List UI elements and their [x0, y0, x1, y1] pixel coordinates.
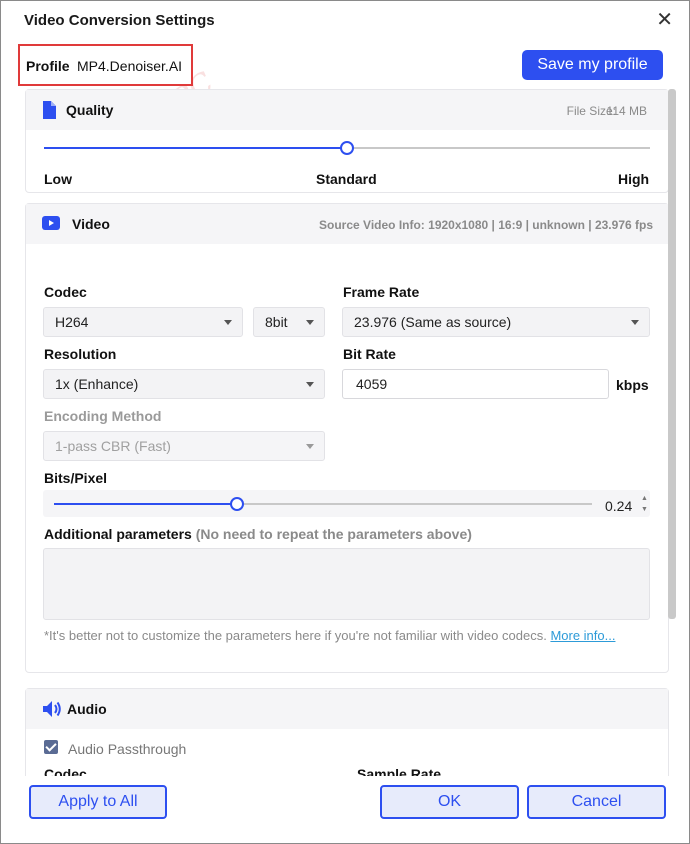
spin-up-icon[interactable]: ▲ — [641, 495, 648, 502]
document-icon — [43, 101, 56, 119]
dialog-footer: Apply to All OK Cancel — [1, 776, 689, 843]
caret-down-icon — [224, 320, 232, 325]
quality-high-label: High — [618, 171, 650, 187]
bit-depth-select[interactable]: 8bit — [253, 307, 325, 337]
audio-title: Audio — [67, 701, 107, 717]
titlebar: Video Conversion Settings ✕ — [1, 1, 689, 41]
caret-down-icon — [631, 320, 639, 325]
codec-select[interactable]: H264 — [43, 307, 243, 337]
bit-rate-input[interactable]: 4059 — [342, 369, 609, 399]
video-conversion-dialog: Video Conversion Settings ✕ Profile MP4.… — [0, 0, 690, 844]
audio-passthrough-label[interactable]: Audio Passthrough — [68, 741, 186, 757]
ok-button[interactable]: OK — [380, 785, 519, 819]
scrollbar[interactable] — [668, 89, 676, 619]
bits-pixel-slider-fill — [54, 503, 237, 505]
quality-slider-thumb[interactable] — [340, 141, 354, 155]
video-header: Video Source Video Info: 1920x1080 | 16:… — [26, 204, 668, 244]
additional-parameters-title: Additional parameters — [44, 526, 192, 542]
profile-box: Profile MP4.Denoiser.AI — [18, 44, 193, 86]
video-title: Video — [72, 216, 110, 232]
apply-to-all-button[interactable]: Apply to All — [29, 785, 167, 819]
window-title: Video Conversion Settings — [24, 12, 215, 29]
bit-rate-value: 4059 — [356, 376, 388, 392]
additional-parameters-hint: (No need to repeat the parameters above) — [195, 526, 472, 542]
encoding-method-label: Encoding Method — [44, 408, 162, 424]
source-video-info: Source Video Info: 1920x1080 | 16:9 | un… — [319, 218, 653, 232]
resolution-label: Resolution — [44, 346, 117, 362]
profile-label: Profile — [26, 58, 70, 74]
quality-section: Quality File Size: 114 MB Low Standard H… — [25, 89, 669, 193]
quality-title: Quality — [66, 102, 114, 118]
quality-standard-label: Standard — [316, 171, 377, 187]
quality-slider-fill — [44, 147, 347, 149]
speaker-icon — [43, 701, 61, 717]
bits-pixel-slider-thumb[interactable] — [230, 497, 244, 511]
audio-passthrough-checkbox[interactable] — [44, 740, 58, 754]
bits-pixel-value: 0.24 — [605, 498, 633, 514]
additional-parameters-textarea[interactable] — [43, 548, 650, 620]
additional-parameters-label: Additional parameters (No need to repeat… — [44, 526, 472, 542]
caret-down-icon — [306, 444, 314, 449]
more-info-link[interactable]: More info... — [550, 628, 615, 643]
codec-note-text: *It's better not to customize the parame… — [44, 628, 547, 643]
bits-pixel-label: Bits/Pixel — [44, 470, 108, 486]
save-profile-button[interactable]: Save my profile — [522, 50, 663, 80]
frame-rate-value: 23.976 (Same as source) — [354, 314, 512, 330]
quality-header: Quality File Size: 114 MB — [26, 90, 668, 130]
spin-down-icon[interactable]: ▼ — [641, 506, 648, 513]
cancel-button[interactable]: Cancel — [527, 785, 666, 819]
file-size-value: 114 MB — [606, 104, 647, 118]
bit-rate-label: Bit Rate — [343, 346, 396, 362]
encoding-method-select: 1-pass CBR (Fast) — [43, 431, 325, 461]
frame-rate-label: Frame Rate — [343, 284, 420, 300]
codec-value: H264 — [55, 314, 89, 330]
bit-rate-unit: kbps — [616, 377, 649, 393]
resolution-select[interactable]: 1x (Enhance) — [43, 369, 325, 399]
caret-down-icon — [306, 320, 314, 325]
bit-depth-value: 8bit — [265, 314, 288, 330]
close-icon[interactable]: ✕ — [656, 9, 673, 31]
codec-label: Codec — [44, 284, 87, 300]
frame-rate-select[interactable]: 23.976 (Same as source) — [342, 307, 650, 337]
caret-down-icon — [306, 382, 314, 387]
play-icon — [42, 216, 60, 230]
resolution-value: 1x (Enhance) — [55, 376, 139, 392]
audio-header: Audio — [26, 689, 668, 729]
profile-value: MP4.Denoiser.AI — [77, 58, 183, 74]
quality-low-label: Low — [44, 171, 72, 187]
encoding-method-value: 1-pass CBR (Fast) — [55, 438, 171, 454]
codec-note: *It's better not to customize the parame… — [44, 627, 644, 644]
